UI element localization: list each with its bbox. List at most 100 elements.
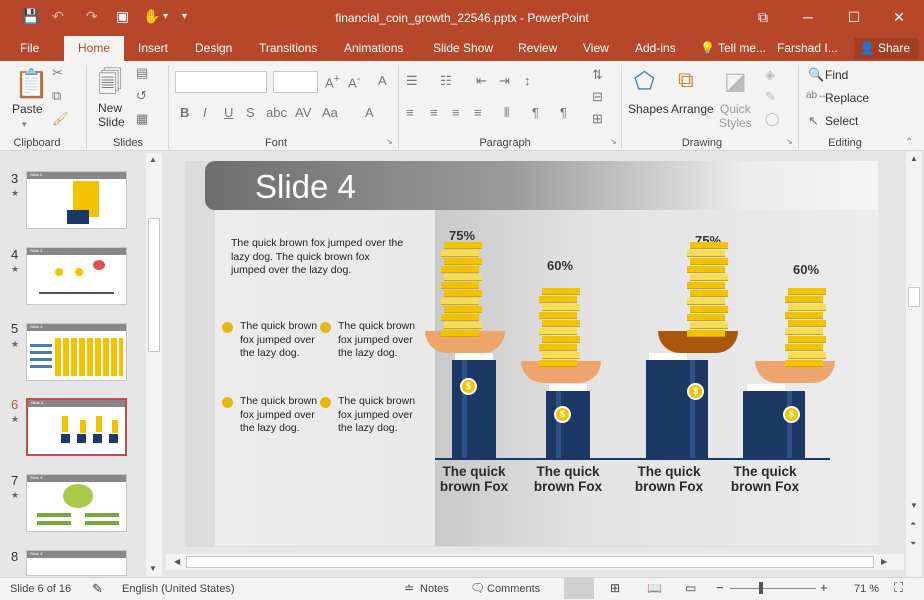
align-center-icon[interactable]: ≡	[430, 105, 438, 120]
select-button[interactable]: Select	[825, 114, 858, 128]
shape-effects-icon[interactable]: ◯	[765, 111, 780, 127]
horizontal-scrollbar-thumb[interactable]	[186, 556, 874, 568]
smartart-icon[interactable]: ⊞	[592, 111, 603, 127]
language-indicator[interactable]: English (United States)	[122, 583, 235, 595]
new-slide-button[interactable]: New Slide	[98, 101, 132, 129]
layout-icon[interactable]: ▤	[136, 65, 148, 81]
clear-formatting-icon[interactable]: A	[378, 73, 387, 88]
scroll-up-icon[interactable]: ▲	[910, 154, 918, 163]
italic-icon[interactable]: I	[203, 105, 207, 120]
shapes-icon[interactable]: ⬠	[634, 67, 655, 96]
share-button[interactable]: 👤 Share	[853, 38, 918, 59]
column-caption[interactable]: The quick brown Fox	[634, 464, 704, 494]
next-slide-icon[interactable]: ⏷	[910, 539, 916, 549]
tab-insert[interactable]: Insert	[138, 41, 168, 55]
scrollbar-thumb[interactable]	[908, 287, 920, 307]
thumbnail-slide-3[interactable]: Slide 2	[26, 171, 127, 229]
thumbnail-scrollbar[interactable]: ▲ ▼	[146, 153, 162, 576]
font-size-input[interactable]	[273, 71, 318, 93]
fit-to-window-icon[interactable]: ⛶	[894, 580, 903, 596]
normal-view-icon[interactable]	[564, 578, 594, 599]
bullets-icon[interactable]: ☰	[406, 73, 418, 89]
thumbnail-slide-6[interactable]: Slide 4	[26, 398, 127, 456]
section-icon[interactable]: ▦	[136, 111, 148, 127]
zoom-level[interactable]: 71 %	[854, 583, 879, 595]
line-spacing-icon[interactable]: ↕	[524, 73, 531, 88]
scroll-left-icon[interactable]: ◀	[174, 557, 180, 566]
font-dialog-launcher-icon[interactable]: ↘	[386, 137, 393, 146]
bullet-item[interactable]: The quick brown fox jumped over the lazy…	[320, 320, 420, 361]
tab-home[interactable]: Home	[64, 36, 125, 61]
zoom-slider[interactable]	[730, 588, 816, 589]
cut-icon[interactable]: ✂	[52, 65, 63, 81]
ltr-icon[interactable]: ¶	[560, 105, 567, 120]
column-caption[interactable]: The quick brown Fox	[730, 464, 800, 494]
increase-indent-icon[interactable]: ⇥	[499, 73, 510, 89]
rtl-icon[interactable]: ¶	[532, 105, 539, 120]
shadow-icon[interactable]: S	[246, 105, 255, 120]
shapes-button[interactable]: Shapes	[628, 102, 669, 116]
new-slide-icon[interactable]: 🗐	[98, 65, 122, 106]
shape-outline-icon[interactable]: ✎	[765, 89, 776, 105]
find-button[interactable]: Find	[825, 68, 848, 82]
increase-font-icon[interactable]: A+	[325, 73, 340, 90]
tell-me-box[interactable]: Tell me...	[718, 41, 766, 55]
replace-button[interactable]: Replace	[825, 91, 869, 105]
collapse-ribbon-icon[interactable]: ⌃	[905, 137, 913, 148]
arrange-button[interactable]: Arrange	[671, 102, 714, 116]
font-name-input[interactable]	[175, 71, 267, 93]
slide-sorter-icon[interactable]: ⊞	[610, 581, 620, 595]
tab-transitions[interactable]: Transitions	[259, 41, 317, 55]
shape-fill-icon[interactable]: ◈	[765, 67, 775, 83]
quick-styles-button[interactable]: Quick Styles	[719, 102, 752, 130]
scrollbar-thumb[interactable]	[148, 218, 160, 352]
numbering-icon[interactable]: ☷	[440, 73, 452, 89]
slide-show-icon[interactable]: ▭	[685, 581, 696, 595]
paste-icon[interactable]: 📋	[14, 67, 49, 100]
zoom-in-icon[interactable]: +	[820, 580, 828, 595]
tab-view[interactable]: View	[583, 41, 609, 55]
user-name[interactable]: Farshad I...	[777, 41, 838, 55]
slide-title[interactable]: Slide 4	[255, 168, 356, 206]
format-painter-icon[interactable]: 🖌	[52, 111, 69, 127]
copy-icon[interactable]: ⧉	[52, 88, 61, 104]
minimize-icon[interactable]: ─	[785, 4, 831, 30]
paste-dropdown-icon[interactable]: ▾	[22, 119, 27, 130]
comments-button[interactable]: Comments	[487, 583, 540, 595]
bullet-item[interactable]: The quick brown fox jumped over the lazy…	[222, 395, 322, 436]
quick-styles-icon[interactable]: ◪	[724, 67, 747, 96]
text-direction-icon[interactable]: ⇅	[592, 67, 603, 83]
arrange-icon[interactable]: ⧉	[678, 67, 694, 93]
thumbnail-slide-7[interactable]: Slide 4	[26, 474, 127, 532]
strikethrough-icon[interactable]: abc	[266, 105, 287, 120]
slide[interactable]: Slide 4 The quick brown fox jumped over …	[185, 161, 878, 547]
thumbnail-slide-4[interactable]: Slide 3	[26, 247, 127, 305]
spacing-icon[interactable]: AV	[295, 105, 311, 120]
ribbon-display-icon[interactable]: ⧉	[740, 4, 786, 30]
bullet-item[interactable]: The quick brown fox jumped over the lazy…	[320, 395, 420, 436]
align-left-icon[interactable]: ≡	[406, 105, 414, 120]
thumbnail-slide-5[interactable]: Slide 4	[26, 323, 127, 381]
close-icon[interactable]: ✕	[876, 4, 922, 30]
scroll-right-icon[interactable]: ▶	[881, 557, 887, 566]
underline-icon[interactable]: U	[224, 105, 233, 120]
horizontal-scrollbar[interactable]: ◀ ▶	[166, 554, 904, 570]
scroll-down-icon[interactable]: ▼	[149, 564, 157, 573]
columns-icon[interactable]: ⫴	[504, 105, 509, 121]
reset-icon[interactable]: ↺	[136, 88, 147, 104]
thumbnail-slide-8[interactable]: Slide 4	[26, 550, 127, 576]
font-color-icon[interactable]: A	[365, 105, 374, 120]
tab-add-ins[interactable]: Add-ins	[635, 41, 676, 55]
scroll-down-icon[interactable]: ▼	[910, 501, 918, 510]
bold-icon[interactable]: B	[180, 105, 189, 120]
editor-vertical-scrollbar[interactable]: ▲ ▼ ⏶ ⏷	[906, 151, 922, 577]
column-caption[interactable]: The quick brown Fox	[439, 464, 509, 494]
justify-icon[interactable]: ≡	[474, 105, 482, 120]
scroll-up-icon[interactable]: ▲	[149, 155, 157, 164]
paragraph-dialog-launcher-icon[interactable]: ↘	[610, 137, 617, 146]
zoom-out-icon[interactable]: −	[716, 580, 724, 595]
tab-slide-show[interactable]: Slide Show	[433, 41, 493, 55]
previous-slide-icon[interactable]: ⏶	[910, 519, 916, 529]
zoom-slider-thumb[interactable]	[759, 582, 763, 594]
reading-view-icon[interactable]: 📖	[647, 581, 662, 595]
